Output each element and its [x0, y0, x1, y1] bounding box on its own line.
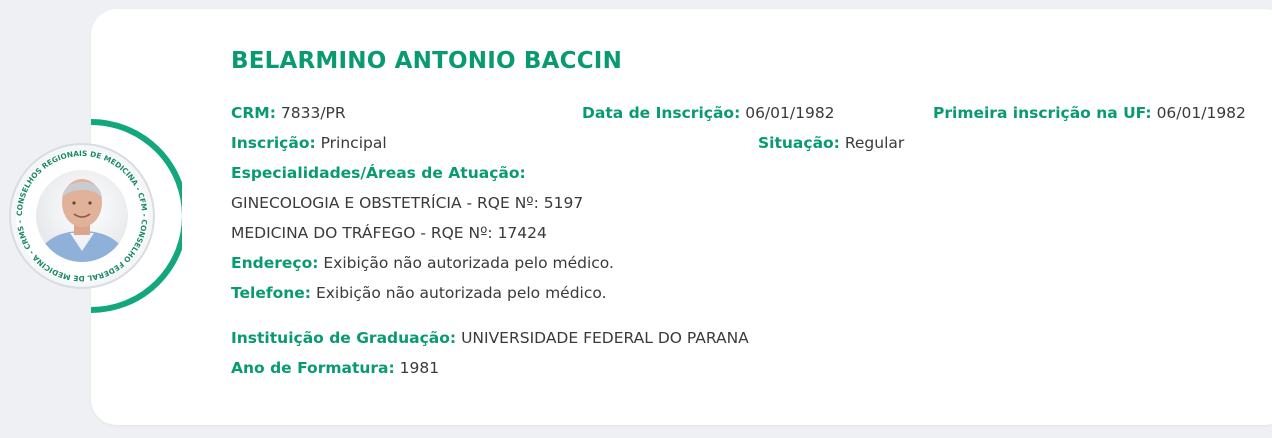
ano-formatura-label: Ano de Formatura: [231, 359, 395, 377]
inscricao-field: Inscrição: Principal [231, 133, 387, 153]
data-inscricao-label: Data de Inscrição: [582, 104, 741, 122]
seal-graphic: CONSELHOS REGIONAIS DE MEDICINA - CFM - … [9, 119, 182, 313]
telefone-label: Telefone: [231, 284, 311, 302]
crm-field: CRM: 7833/PR [231, 103, 346, 123]
telefone-value: Exibição não autorizada pelo médico. [315, 284, 607, 302]
especialidade-text: MEDICINA DO TRÁFEGO - RQE Nº: 17424 [231, 224, 547, 242]
instituicao-field: Instituição de Graduação: UNIVERSIDADE F… [231, 328, 749, 348]
primeira-inscricao-field: Primeira inscrição na UF: 06/01/1982 [933, 103, 1246, 123]
inscricao-value: Principal [320, 134, 387, 152]
endereco-label: Endereço: [231, 254, 319, 272]
data-inscricao-field: Data de Inscrição: 06/01/1982 [582, 103, 835, 123]
especialidade-item: GINECOLOGIA E OBSTETRÍCIA - RQE Nº: 5197 [231, 193, 583, 213]
especialidades-label: Especialidades/Áreas de Atuação: [231, 164, 526, 182]
doctor-photo-seal: CONSELHOS REGIONAIS DE MEDICINA - CFM - … [0, 119, 182, 313]
endereco-field: Endereço: Exibição não autorizada pelo m… [231, 253, 614, 273]
instituicao-label: Instituição de Graduação: [231, 329, 457, 347]
especialidade-text: GINECOLOGIA E OBSTETRÍCIA - RQE Nº: 5197 [231, 194, 584, 212]
ano-formatura-value: 1981 [399, 359, 440, 377]
primeira-inscricao-value: 06/01/1982 [1156, 104, 1246, 122]
crm-value: 7833/PR [280, 104, 346, 122]
instituicao-value: UNIVERSIDADE FEDERAL DO PARANA [461, 329, 749, 347]
data-inscricao-value: 06/01/1982 [745, 104, 835, 122]
especialidade-item: MEDICINA DO TRÁFEGO - RQE Nº: 17424 [231, 223, 547, 243]
primeira-inscricao-label: Primeira inscrição na UF: [933, 104, 1152, 122]
doctor-name: BELARMINO ANTONIO BACCIN [231, 48, 623, 74]
situacao-label: Situação: [758, 134, 840, 152]
crm-label: CRM: [231, 104, 276, 122]
telefone-field: Telefone: Exibição não autorizada pelo m… [231, 283, 607, 303]
endereco-value: Exibição não autorizada pelo médico. [323, 254, 614, 272]
situacao-value: Regular [844, 134, 905, 152]
especialidades-field: Especialidades/Áreas de Atuação: [231, 163, 526, 183]
ano-formatura-field: Ano de Formatura: 1981 [231, 358, 439, 378]
situacao-field: Situação: Regular [758, 133, 904, 153]
inscricao-label: Inscrição: [231, 134, 316, 152]
